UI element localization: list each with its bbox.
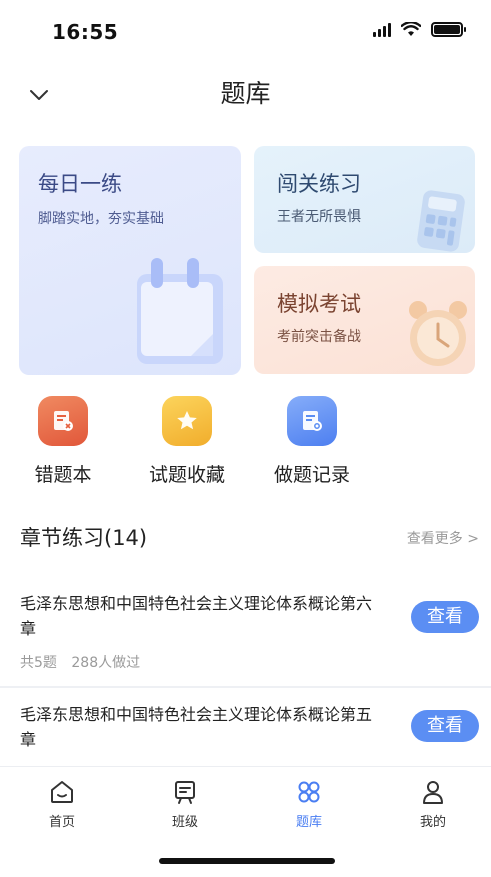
chapter-practice-title: 章节练习(14) xyxy=(20,526,148,550)
level-practice-subtitle: 王者无所畏惧 xyxy=(277,209,361,225)
quick-action-label: 试题收藏 xyxy=(148,464,225,486)
tab-label: 题库 xyxy=(295,815,322,830)
question-bank-icon xyxy=(298,781,320,803)
mock-exam-subtitle: 考前突击备战 xyxy=(277,329,361,345)
mock-exam-card[interactable]: 模拟考试 考前突击备战 xyxy=(254,266,475,374)
wifi-icon xyxy=(401,22,421,36)
calendar-icon xyxy=(137,258,223,364)
daily-practice-subtitle: 脚踏实地，夯实基础 xyxy=(38,211,164,227)
list-item[interactable]: 毛泽东思想和中国特色社会主义理论体系概论第五章 查看 xyxy=(0,688,491,768)
chapter-meta: 共5题 288人做过 xyxy=(20,652,140,672)
status-icons xyxy=(373,22,466,37)
view-button[interactable]: 查看 xyxy=(411,601,479,633)
tab-question-bank[interactable]: 题库 xyxy=(259,779,359,830)
chapter-title: 毛泽东思想和中国特色社会主义理论体系概论第五章 xyxy=(20,705,373,749)
record-icon xyxy=(287,396,337,446)
see-more-link[interactable]: 查看更多 > xyxy=(407,528,479,548)
status-bar: 16:55 xyxy=(0,0,491,60)
daily-practice-title: 每日一练 xyxy=(38,172,122,196)
quick-action-wrong-book[interactable]: 错题本 xyxy=(3,396,123,487)
tab-mine[interactable]: 我的 xyxy=(383,779,483,830)
quick-action-favorites[interactable]: 试题收藏 xyxy=(127,396,247,487)
done-count: 288人做过 xyxy=(71,655,141,671)
wrong-book-icon xyxy=(38,396,88,446)
page-title: 题库 xyxy=(220,79,271,108)
list-item[interactable]: 毛泽东思想和中国特色社会主义理论体系概论第六章 共5题 288人做过 查看 xyxy=(0,577,491,685)
alarm-clock-icon xyxy=(409,301,467,366)
level-practice-card[interactable]: 闯关练习 王者无所畏惧 xyxy=(254,146,475,253)
quick-action-label: 做题记录 xyxy=(273,464,350,486)
daily-practice-card[interactable]: 每日一练 脚踏实地，夯实基础 xyxy=(19,146,241,375)
user-icon xyxy=(423,781,443,804)
quick-action-records[interactable]: 做题记录 xyxy=(252,396,372,487)
mock-exam-title: 模拟考试 xyxy=(277,292,361,316)
star-icon xyxy=(162,396,212,446)
home-indicator xyxy=(159,858,335,864)
header: 题库 xyxy=(0,60,491,120)
level-practice-title: 闯关练习 xyxy=(277,172,361,196)
cellular-signal-icon xyxy=(373,22,391,37)
tab-label: 我的 xyxy=(419,815,446,830)
tab-label: 首页 xyxy=(48,815,75,830)
view-button[interactable]: 查看 xyxy=(411,710,479,742)
question-count: 共5题 xyxy=(20,655,57,671)
status-time: 16:55 xyxy=(52,20,119,44)
battery-icon xyxy=(431,22,466,37)
chapter-title: 毛泽东思想和中国特色社会主义理论体系概论第六章 xyxy=(20,594,373,638)
tab-class[interactable]: 班级 xyxy=(135,779,235,830)
home-icon xyxy=(51,781,73,803)
class-icon xyxy=(175,781,195,804)
calculator-icon xyxy=(417,190,465,252)
tab-label: 班级 xyxy=(171,815,198,830)
tab-home[interactable]: 首页 xyxy=(12,779,112,830)
quick-action-label: 错题本 xyxy=(34,464,92,486)
